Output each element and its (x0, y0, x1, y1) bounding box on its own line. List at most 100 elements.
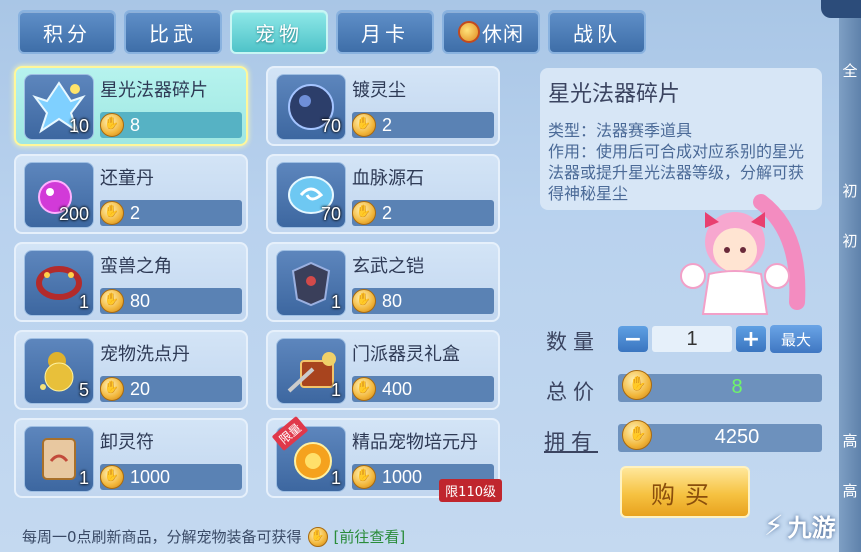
tab-label: 宠物 (255, 21, 303, 46)
right-edge-char: 初 (842, 232, 858, 250)
item-quantity: 70 (320, 116, 341, 136)
decrease-quantity-button[interactable]: − (618, 326, 648, 352)
total-price-value: 8 (731, 376, 743, 398)
footer-text: 每周一0点刷新商品，分解宠物装备可获得 (22, 528, 302, 546)
shop-item[interactable]: 200 还童丹 2 (14, 154, 248, 234)
coin-icon (100, 465, 124, 489)
item-price-bar: 20 (100, 376, 242, 402)
tab-leisure[interactable]: 休闲 (442, 10, 540, 54)
tab-points[interactable]: 积分 (18, 10, 116, 54)
item-price: 1000 (130, 466, 171, 487)
shop-item[interactable]: 1 门派器灵礼盒 400 (266, 330, 500, 410)
item-quantity: 10 (68, 116, 89, 136)
treasure-chest-icon: 1 (276, 338, 346, 404)
watermark-text: 九游 (787, 514, 836, 542)
right-edge-char: 高 (842, 482, 858, 500)
increase-quantity-button[interactable]: + (736, 326, 766, 352)
coin-icon (352, 201, 376, 225)
item-quantity: 1 (78, 292, 89, 312)
crystal-shard-icon: 10 (24, 74, 94, 140)
coin-icon (352, 113, 376, 137)
max-quantity-button[interactable]: 最大 (770, 325, 822, 353)
shop-item[interactable]: 1 蛮兽之角 80 (14, 242, 248, 322)
view-details-link[interactable]: [前往查看] (334, 526, 406, 547)
item-price: 2 (130, 202, 141, 223)
item-price: 8 (130, 114, 141, 135)
coin-icon (307, 526, 328, 547)
item-price: 80 (382, 290, 403, 311)
tab-label: 比武 (149, 21, 197, 46)
tab-label: 积分 (43, 21, 91, 46)
item-price: 400 (382, 378, 413, 399)
close-button[interactable] (821, 0, 861, 18)
item-price: 1000 (382, 466, 423, 487)
shop-item[interactable]: 1 卸灵符 1000 (14, 418, 248, 498)
item-name: 精品宠物培元丹 (352, 432, 478, 453)
tab-label: 战队 (573, 21, 621, 46)
item-price-bar: 2 (100, 200, 242, 226)
item-name: 宠物洗点丹 (100, 344, 190, 365)
quantity-label: 数量 (546, 330, 600, 354)
mascot-character (665, 192, 815, 320)
item-price-bar: 1000 (100, 464, 242, 490)
total-price-bar: 8 (618, 370, 822, 402)
item-quantity: 200 (58, 204, 89, 224)
coin-icon (352, 377, 376, 401)
coin-icon (100, 113, 124, 137)
item-quantity: 1 (330, 380, 341, 400)
item-name: 蛮兽之角 (100, 256, 172, 277)
shop-item[interactable]: 1 限量 精品宠物培元丹 1000 限110级 (266, 415, 502, 502)
item-price: 2 (382, 202, 393, 223)
shop-item[interactable]: 70 血脉源石 2 (266, 154, 500, 234)
shop-item[interactable]: 5 宠物洗点丹 20 (14, 330, 248, 410)
item-price-bar: 400 (352, 376, 494, 402)
tab-monthly-card[interactable]: 月卡 (336, 10, 434, 54)
tab-duel[interactable]: 比武 (124, 10, 222, 54)
coin-icon (100, 289, 124, 313)
total-price-label: 总价 (546, 380, 600, 404)
item-name: 卸灵符 (100, 432, 154, 453)
right-edge-char: 初 (842, 182, 858, 200)
dark-orb-icon: 70 (276, 74, 346, 140)
item-name: 血脉源石 (352, 168, 424, 189)
item-price: 80 (130, 290, 151, 311)
right-edge-char: 全 (842, 62, 858, 80)
item-price-bar: 2 (352, 112, 494, 138)
buy-button[interactable]: 购买 (620, 466, 750, 518)
tab-pet[interactable]: 宠物 (230, 10, 328, 54)
item-price-bar: 2 (352, 200, 494, 226)
owned-currency-label[interactable]: 拥有 (544, 426, 598, 456)
shop-item[interactable]: 10 星光法器碎片 8 (14, 66, 248, 146)
coin-icon (622, 420, 652, 450)
tab-team[interactable]: 战队 (548, 10, 646, 54)
item-detail-panel: 星光法器碎片 类型：法器赛季道具 作用：使用后可合成对应系别的星光法器或提升星光… (540, 68, 822, 210)
item-price-bar: 8 (100, 112, 242, 138)
coin-icon (100, 377, 124, 401)
item-quantity: 5 (78, 380, 89, 400)
item-price-bar: 80 (100, 288, 242, 314)
owned-currency-bar: 4250 (618, 420, 822, 452)
armor-icon: 1 (276, 250, 346, 316)
scroll-icon: 1 (24, 426, 94, 492)
quantity-input[interactable]: 1 (652, 326, 732, 352)
item-quantity: 70 (320, 204, 341, 224)
coin-icon (100, 201, 124, 225)
item-price-bar: 80 (352, 288, 494, 314)
coin-icon (622, 370, 652, 400)
gourd-icon: 5 (24, 338, 94, 404)
coin-icon (352, 289, 376, 313)
coin-icon (352, 465, 376, 489)
item-name: 门派器灵礼盒 (352, 344, 460, 365)
tab-label: 休闲 (482, 21, 524, 46)
item-quantity: 1 (78, 468, 89, 488)
item-price: 20 (130, 378, 151, 399)
right-edge-char: 高 (842, 432, 858, 450)
shop-item[interactable]: 70 镀灵尘 2 (266, 66, 500, 146)
detail-title: 星光法器碎片 (548, 82, 681, 107)
shop-item[interactable]: 1 玄武之铠 80 (266, 242, 500, 322)
tab-bar: 积分 比武 宠物 月卡 休闲 战队 (18, 10, 646, 54)
item-name: 还童丹 (100, 168, 154, 189)
swirl-stone-icon: 70 (276, 162, 346, 228)
pink-pill-icon: 200 (24, 162, 94, 228)
watermark-logo: ⚡ 九游 (764, 508, 836, 543)
